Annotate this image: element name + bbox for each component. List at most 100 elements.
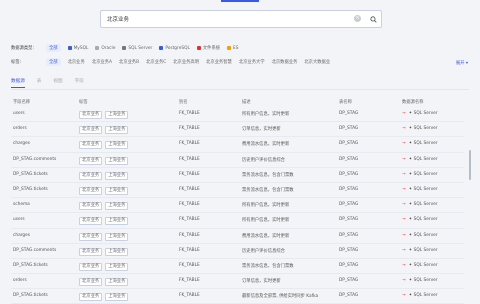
- datasource-name: SQL Server: [413, 232, 438, 238]
- tags-cell: 北京业务 上海业务: [79, 186, 131, 195]
- tags-cell: 北京业务 上海业务: [79, 293, 131, 302]
- field-name-cell[interactable]: users: [13, 217, 25, 222]
- field-name-cell[interactable]: DP_STAG.tickets: [13, 263, 48, 268]
- table-row[interactable]: charges 北京业务 上海业务 FK_TABLE 费用流水信息，实时更新 DP_STA…: [11, 137, 464, 153]
- table-body: users 北京业务 上海业务 FK_TABLE 所有用户信息，实时更新 DP_STAG →…: [11, 107, 464, 304]
- table-name-cell: DP_STAG: [339, 278, 359, 284]
- clear-icon[interactable]: ×: [354, 15, 361, 22]
- sqlserver-icon: ✦: [408, 293, 413, 299]
- datasource-option[interactable]: 文件系统: [196, 45, 220, 51]
- datasource-name: SQL Server: [413, 141, 438, 147]
- sqlserver-icon: ✦: [408, 111, 413, 116]
- table-row[interactable]: charges 北京业务 上海业务 FK_TABLE 费用流水信息，实时更新 DP_STA…: [11, 229, 464, 244]
- scrollbar[interactable]: [469, 150, 471, 180]
- datasource-option[interactable]: MySQL: [67, 46, 88, 51]
- datasource-option[interactable]: ES: [227, 46, 239, 51]
- table-name-cell: DP_STAG: [339, 247, 359, 253]
- table-row[interactable]: DP_STAG.tickets 北京业务 上海业务 FK_TABLE 票务流水信息，包含…: [11, 183, 464, 199]
- tags-cell: 北京业务 上海业务: [79, 111, 131, 119]
- tags-cell: 北京业务 上海业务: [79, 202, 131, 211]
- table-header: 字段名称 标签 别名 描述 表名称 数据源名称: [11, 97, 464, 107]
- table-row[interactable]: orders 北京业务 上海业务 FK_TABLE 订单信息，实时更新 DP_STAG → ✦…: [11, 122, 464, 138]
- expand-filters-button[interactable]: 展开 ▾: [456, 60, 468, 66]
- datasource-name: SQL Server: [413, 217, 438, 223]
- datasource-option[interactable]: SQL Server: [122, 46, 152, 51]
- table-row[interactable]: DP_STAG.tickets 北京业务 上海业务 FK_TABLE 票务流水信息，包含…: [11, 168, 464, 183]
- table-name-cell: DP_STAG: [339, 202, 359, 208]
- field-name-cell[interactable]: schema: [13, 202, 30, 207]
- tag-badge: 上海业务: [105, 171, 129, 180]
- tags-cell: 北京业务 上海业务: [79, 278, 131, 287]
- sqlserver-icon: ✦: [408, 262, 413, 268]
- tag-option[interactable]: 北京业务C: [146, 59, 166, 65]
- table-name-cell: DP_STAG: [339, 217, 359, 223]
- datasource-name: SQL Server: [413, 293, 438, 299]
- description-cell: 所有用户信息，实时更新: [242, 218, 290, 224]
- table-row[interactable]: schema 北京业务 上海业务 FK_TABLE 所有用户信息，实时更新 DP_STAG…: [11, 198, 464, 214]
- field-name-cell[interactable]: orders: [13, 126, 27, 131]
- table-row[interactable]: DP_STAG.tickets 北京业务 上海业务 FK_TABLE 票务流水信息，包含…: [11, 259, 464, 275]
- table-row[interactable]: DP_STAG.comments 北京业务 上海业务 FK_TABLE 历史用户评价信息…: [11, 244, 464, 259]
- table-row[interactable]: users 北京业务 上海业务 FK_TABLE 所有用户信息，实时更新 DP_STAG →…: [11, 107, 464, 123]
- table-row[interactable]: DP_STAG.tickets 北京业务 上海业务 FK_TABLE 最新信息及全部票,…: [11, 289, 464, 304]
- tags-cell: 北京业务 上海业务: [79, 217, 131, 226]
- field-name-cell[interactable]: orders: [13, 278, 27, 283]
- tag-option[interactable]: 全部: [46, 58, 61, 66]
- field-name-cell[interactable]: DP_STAG.tickets: [13, 187, 48, 192]
- mysql-icon: [67, 46, 72, 50]
- tag-option[interactable]: 北京业务智慧: [206, 59, 232, 65]
- datasource-cell: → ✦ SQL Server: [402, 248, 438, 253]
- tag-option[interactable]: 北京数据业务: [272, 59, 298, 65]
- tag-badge: 上海业务: [105, 217, 129, 226]
- sqlserver-icon: ✦: [408, 141, 413, 147]
- sqlserver-icon: ✦: [408, 217, 413, 223]
- field-name-cell[interactable]: charges: [13, 141, 30, 146]
- description-cell: 订单信息，实时更新: [242, 127, 281, 133]
- tag-option[interactable]: 北京业务A: [92, 59, 112, 65]
- datasource-cell: → ✦ SQL Server: [402, 111, 438, 116]
- datasource-cell: → ✦ SQL Server: [402, 172, 438, 177]
- field-name-cell[interactable]: DP_STAG.tickets: [13, 293, 48, 298]
- field-name-cell[interactable]: DP_STAG.comments: [13, 248, 56, 253]
- search-box[interactable]: ×: [100, 10, 382, 28]
- datasource-option[interactable]: PostgreSQL: [159, 46, 190, 51]
- search-input[interactable]: [107, 13, 347, 25]
- table-row[interactable]: orders 北京业务 上海业务 FK_TABLE 订单信息，实时更新 DP_STAG → ✦…: [11, 274, 464, 290]
- tag-badge: 上海业务: [105, 186, 129, 195]
- sqlserver-icon: ✦: [408, 156, 413, 162]
- table-name-cell: DP_STAG: [339, 141, 359, 147]
- tab-table[interactable]: 表: [37, 78, 42, 88]
- table-row[interactable]: DP_STAG.comments 北京业务 上海业务 FK_TABLE 历史用户评价信息…: [11, 153, 464, 168]
- field-name-cell[interactable]: DP_STAG.comments: [13, 157, 56, 162]
- field-name-cell[interactable]: charges: [13, 233, 30, 238]
- search-button[interactable]: [365, 11, 381, 27]
- tag-badge: 北京业务: [79, 217, 103, 226]
- datasource-name: SQL Server: [413, 111, 438, 116]
- field-name-cell[interactable]: DP_STAG.tickets: [13, 172, 48, 177]
- datasource-option[interactable]: Oracle: [95, 46, 115, 51]
- tag-badge: 北京业务: [79, 262, 103, 271]
- tag-option[interactable]: 北京业务高明: [173, 59, 199, 65]
- tag-badge: 上海业务: [105, 247, 129, 256]
- tag-option[interactable]: 北京业务: [68, 59, 85, 65]
- column-header-description: 描述: [242, 100, 251, 105]
- tab-view[interactable]: 视图: [53, 78, 62, 88]
- arrow-right-icon: →: [402, 293, 406, 299]
- sqlserver-icon: ✦: [408, 278, 413, 284]
- arrow-right-icon: →: [402, 111, 406, 116]
- datasource-option[interactable]: 全部: [46, 44, 61, 52]
- tab-datasource[interactable]: 数据源: [11, 78, 25, 88]
- tag-badge: 上海业务: [105, 111, 129, 119]
- tag-option[interactable]: 北京业务大学: [239, 59, 265, 65]
- datasource-name: SQL Server: [413, 126, 438, 132]
- tags-cell: 北京业务 上海业务: [79, 171, 131, 180]
- tab-field[interactable]: 字段: [75, 78, 84, 88]
- field-name-cell[interactable]: users: [13, 111, 25, 116]
- sqlserver-icon: ✦: [408, 126, 413, 132]
- table-row[interactable]: users 北京业务 上海业务 FK_TABLE 所有用户信息，实时更新 DP_STAG →…: [11, 213, 464, 229]
- tag-option[interactable]: 北京大数据业: [304, 59, 330, 65]
- description-cell: 最新信息及全部票, 供给实时同步 Kafka: [242, 294, 319, 300]
- alias-cell: FK_TABLE: [179, 156, 200, 162]
- tag-option[interactable]: 北京业务B: [119, 59, 139, 65]
- arrow-right-icon: →: [402, 126, 406, 132]
